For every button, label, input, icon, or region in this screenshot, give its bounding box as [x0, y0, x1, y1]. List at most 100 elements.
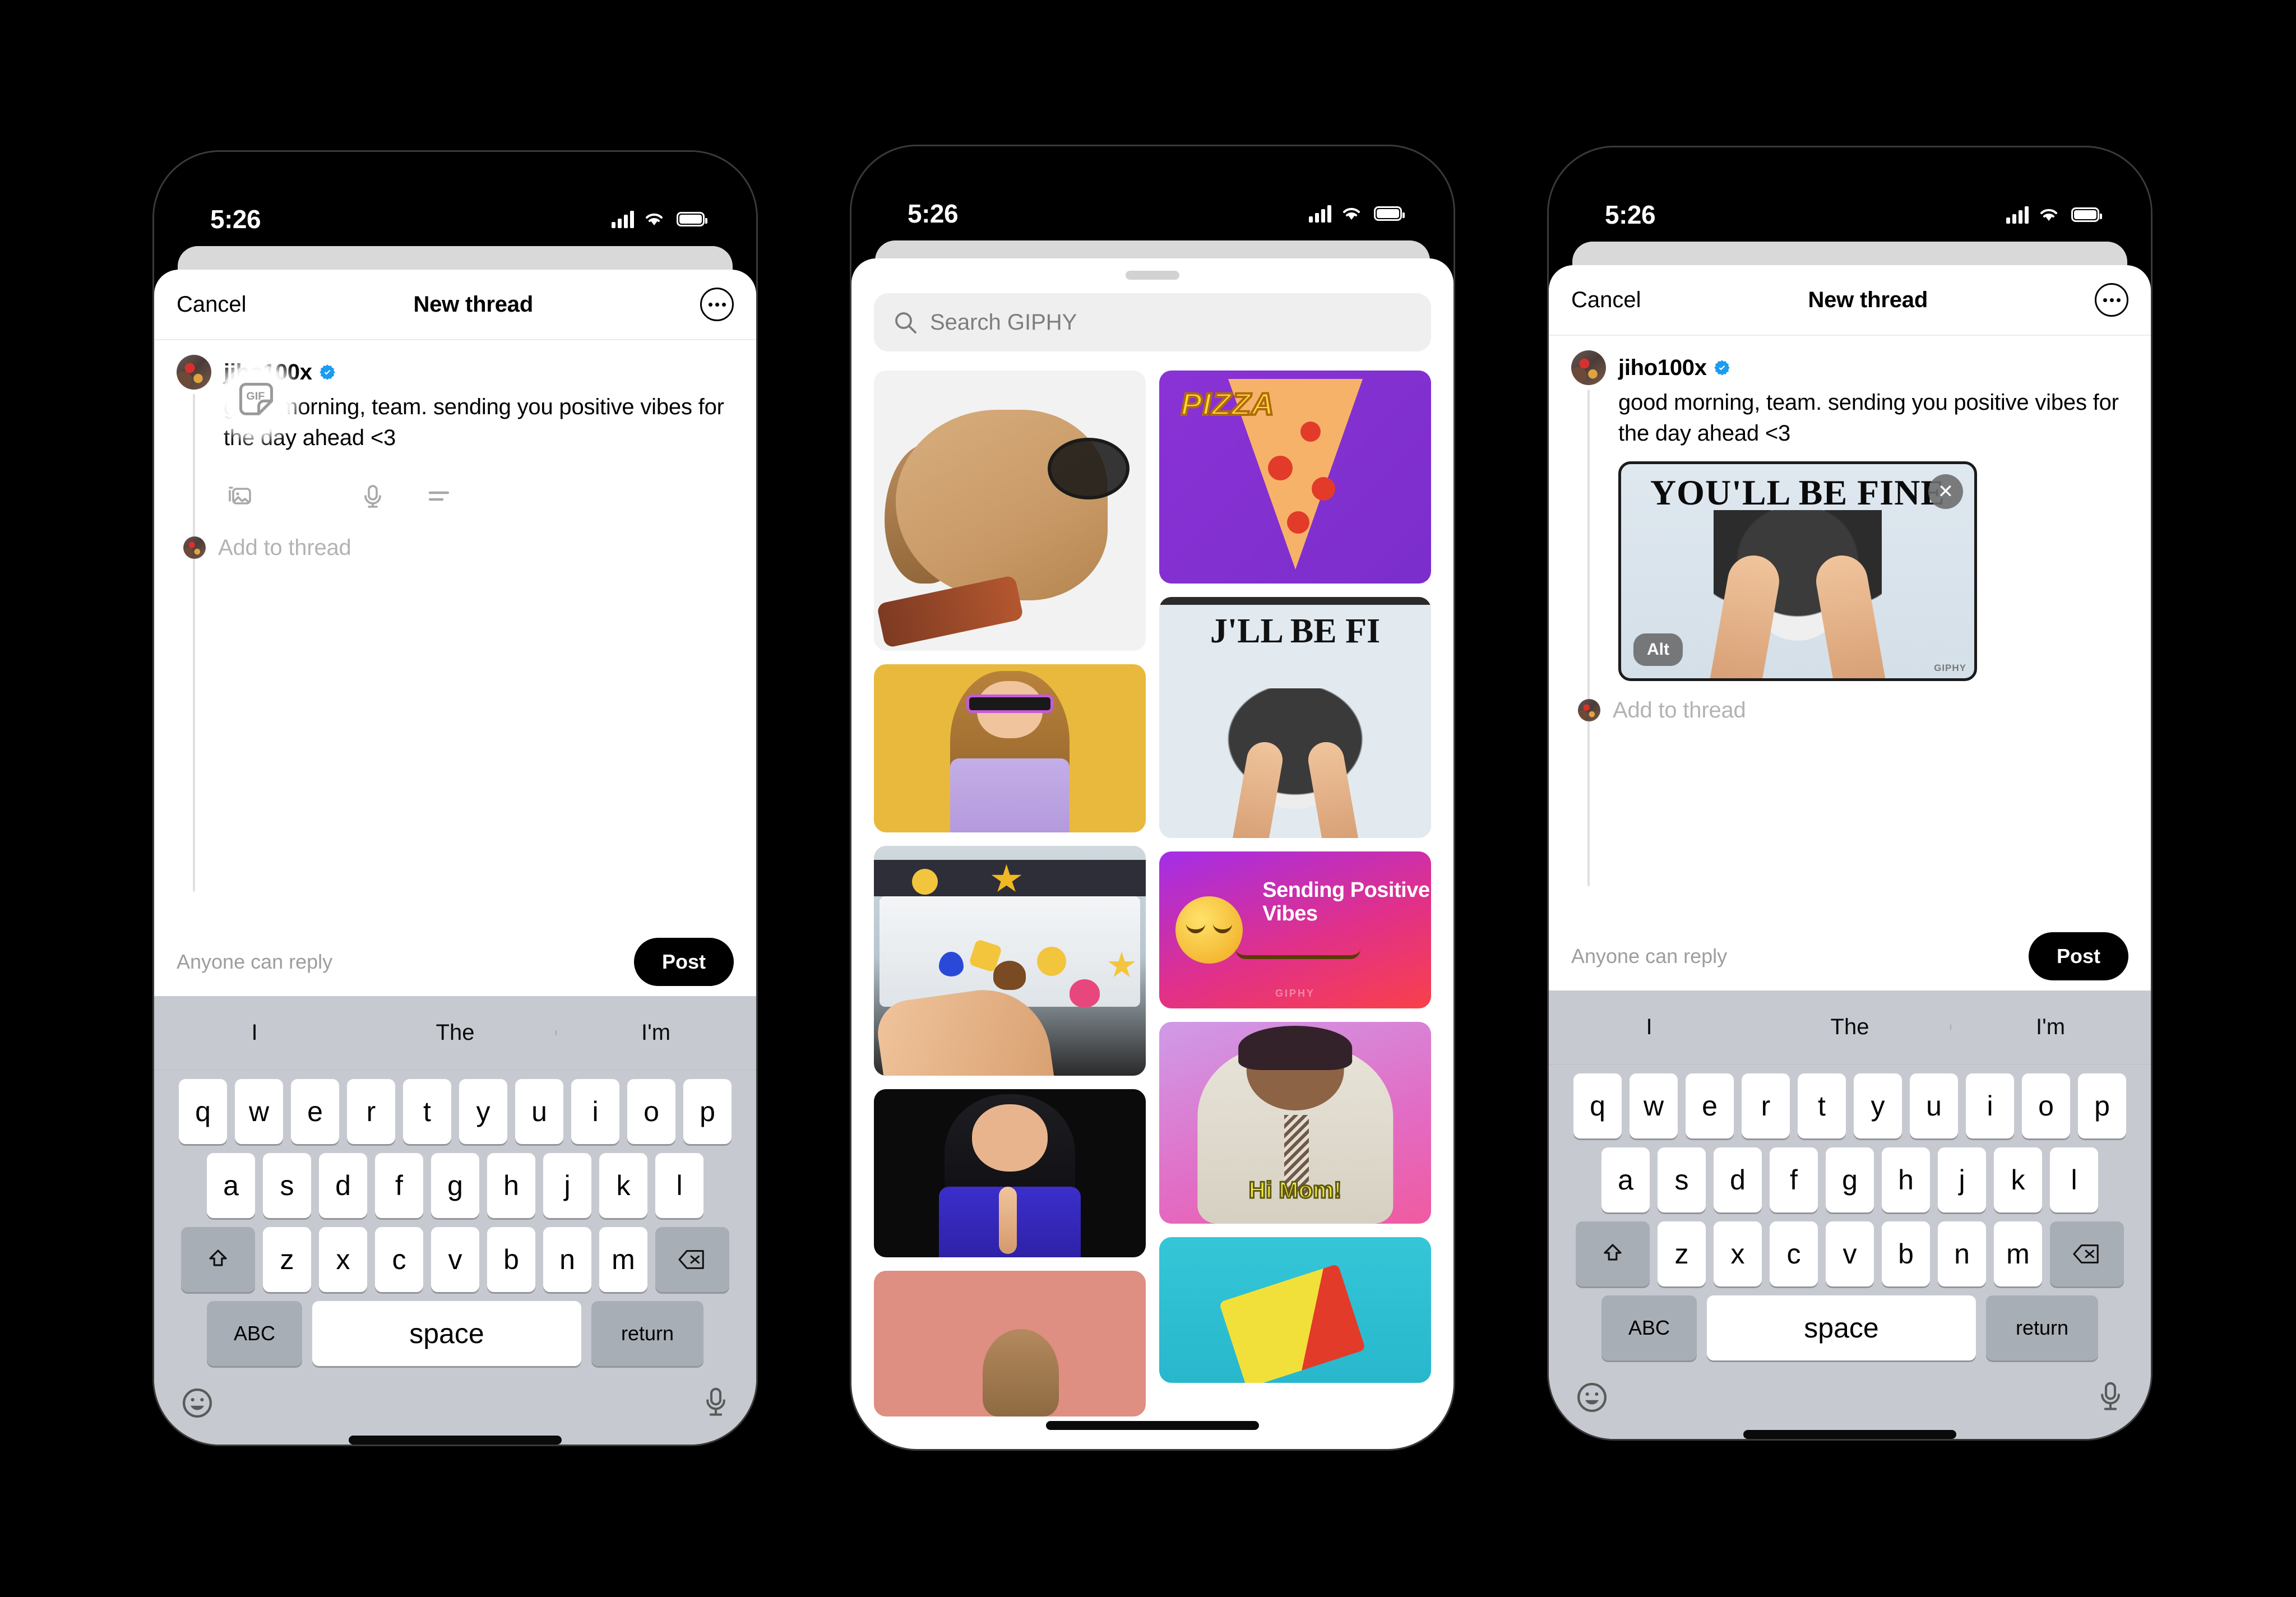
prediction-0[interactable]: I	[154, 1020, 355, 1045]
key-b[interactable]: b	[1882, 1221, 1930, 1286]
key-r[interactable]: r	[1742, 1073, 1790, 1138]
key-r[interactable]: r	[347, 1079, 395, 1144]
abc-key[interactable]: ABC	[1601, 1295, 1697, 1360]
post-button[interactable]: Post	[633, 938, 734, 986]
key-o[interactable]: o	[627, 1079, 675, 1144]
key-y[interactable]: y	[459, 1079, 507, 1144]
prediction-2[interactable]: I'm	[1950, 1015, 2151, 1040]
key-a[interactable]: a	[1601, 1147, 1650, 1212]
media-icon[interactable]	[225, 480, 256, 512]
shift-icon[interactable]	[1576, 1221, 1650, 1286]
add-to-thread-row[interactable]: Add to thread	[177, 535, 734, 561]
username[interactable]: jiho100x	[1618, 355, 1707, 381]
key-p[interactable]: p	[683, 1079, 732, 1144]
key-z[interactable]: z	[1658, 1221, 1706, 1286]
space-key[interactable]: space	[1707, 1295, 1976, 1360]
key-q[interactable]: q	[179, 1079, 227, 1144]
avatar[interactable]	[1571, 350, 1606, 385]
gif-item-woman-praying[interactable]	[874, 1089, 1146, 1257]
key-d[interactable]: d	[319, 1153, 367, 1218]
space-key[interactable]: space	[312, 1301, 581, 1366]
more-options-icon[interactable]	[2095, 283, 2128, 317]
key-t[interactable]: t	[403, 1079, 451, 1144]
key-k[interactable]: k	[1994, 1147, 2042, 1212]
key-p[interactable]: p	[2078, 1073, 2126, 1138]
key-i[interactable]: i	[571, 1079, 619, 1144]
reply-audience-label[interactable]: Anyone can reply	[177, 950, 332, 974]
key-f[interactable]: f	[1770, 1147, 1818, 1212]
gif-item-pomeranian-fine[interactable]: J'LL BE FI	[1159, 597, 1431, 838]
search-input[interactable]: Search GIPHY	[874, 293, 1431, 351]
post-text[interactable]: good morning, team. sending you positive…	[1618, 387, 2128, 449]
key-i[interactable]: i	[1966, 1073, 2014, 1138]
attached-gif[interactable]: YOU'LL BE FINE Alt ✕ GIPHY	[1618, 461, 1977, 681]
key-g[interactable]: g	[1826, 1147, 1874, 1212]
prediction-1[interactable]: The	[355, 1020, 556, 1045]
dictation-microphone-icon[interactable]	[701, 1385, 730, 1421]
key-o[interactable]: o	[2022, 1073, 2070, 1138]
add-to-thread-row[interactable]: Add to thread	[1571, 698, 2128, 723]
key-v[interactable]: v	[1826, 1221, 1874, 1286]
gif-item-hi-mom[interactable]: Hi Mom!	[1159, 1022, 1431, 1224]
remove-attachment-button[interactable]: ✕	[1928, 474, 1963, 509]
key-m[interactable]: m	[1994, 1221, 2042, 1286]
dictation-microphone-icon[interactable]	[2096, 1380, 2125, 1415]
key-b[interactable]: b	[487, 1227, 535, 1292]
key-d[interactable]: d	[1714, 1147, 1762, 1212]
avatar[interactable]	[177, 355, 211, 390]
shift-icon[interactable]	[181, 1227, 255, 1292]
prediction-2[interactable]: I'm	[556, 1020, 756, 1045]
return-key[interactable]: return	[1986, 1295, 2098, 1360]
key-s[interactable]: s	[263, 1153, 311, 1218]
backspace-icon[interactable]	[655, 1227, 729, 1292]
key-l[interactable]: l	[2050, 1147, 2098, 1212]
prediction-1[interactable]: The	[1749, 1015, 1950, 1040]
key-q[interactable]: q	[1573, 1073, 1622, 1138]
key-e[interactable]: e	[291, 1079, 339, 1144]
post-text[interactable]: good morning, team. sending you positive…	[224, 392, 734, 453]
key-a[interactable]: a	[207, 1153, 255, 1218]
key-c[interactable]: c	[375, 1227, 423, 1292]
gif-item-teal-popsicle[interactable]	[1159, 1237, 1431, 1383]
key-j[interactable]: j	[1938, 1147, 1986, 1212]
key-k[interactable]: k	[599, 1153, 647, 1218]
more-options-icon[interactable]	[700, 288, 734, 321]
prediction-0[interactable]: I	[1549, 1015, 1749, 1040]
emoji-icon[interactable]	[1575, 1380, 1609, 1415]
key-m[interactable]: m	[599, 1227, 647, 1292]
key-t[interactable]: t	[1798, 1073, 1846, 1138]
sheet-grabber[interactable]	[1126, 271, 1179, 280]
key-v[interactable]: v	[431, 1227, 479, 1292]
emoji-icon[interactable]	[180, 1386, 215, 1420]
key-e[interactable]: e	[1686, 1073, 1734, 1138]
key-h[interactable]: h	[1882, 1147, 1930, 1212]
key-z[interactable]: z	[263, 1227, 311, 1292]
cancel-button[interactable]: Cancel	[1571, 288, 1641, 313]
key-g[interactable]: g	[431, 1153, 479, 1218]
post-button[interactable]: Post	[2028, 932, 2128, 980]
return-key[interactable]: return	[591, 1301, 703, 1366]
text-format-icon[interactable]	[423, 480, 455, 512]
key-n[interactable]: n	[543, 1227, 591, 1292]
gif-item-pizza-slice[interactable]: PIZZA	[1159, 371, 1431, 584]
key-j[interactable]: j	[543, 1153, 591, 1218]
key-x[interactable]: x	[319, 1227, 367, 1292]
key-f[interactable]: f	[375, 1153, 423, 1218]
gif-item-emoji-keyboard[interactable]	[874, 846, 1146, 1076]
alt-text-badge[interactable]: Alt	[1633, 633, 1683, 666]
key-u[interactable]: u	[1910, 1073, 1958, 1138]
gif-item-girl-sunglasses[interactable]	[874, 664, 1146, 832]
key-x[interactable]: x	[1714, 1221, 1762, 1286]
key-s[interactable]: s	[1658, 1147, 1706, 1212]
key-y[interactable]: y	[1854, 1073, 1902, 1138]
key-c[interactable]: c	[1770, 1221, 1818, 1286]
key-w[interactable]: w	[235, 1079, 283, 1144]
abc-key[interactable]: ABC	[207, 1301, 302, 1366]
microphone-icon[interactable]	[357, 480, 388, 512]
gif-item-dog-glasses[interactable]	[874, 371, 1146, 651]
key-w[interactable]: w	[1630, 1073, 1678, 1138]
gif-icon[interactable]: GIF	[220, 364, 292, 436]
cancel-button[interactable]: Cancel	[177, 292, 247, 317]
backspace-icon[interactable]	[2050, 1221, 2124, 1286]
key-u[interactable]: u	[515, 1079, 563, 1144]
